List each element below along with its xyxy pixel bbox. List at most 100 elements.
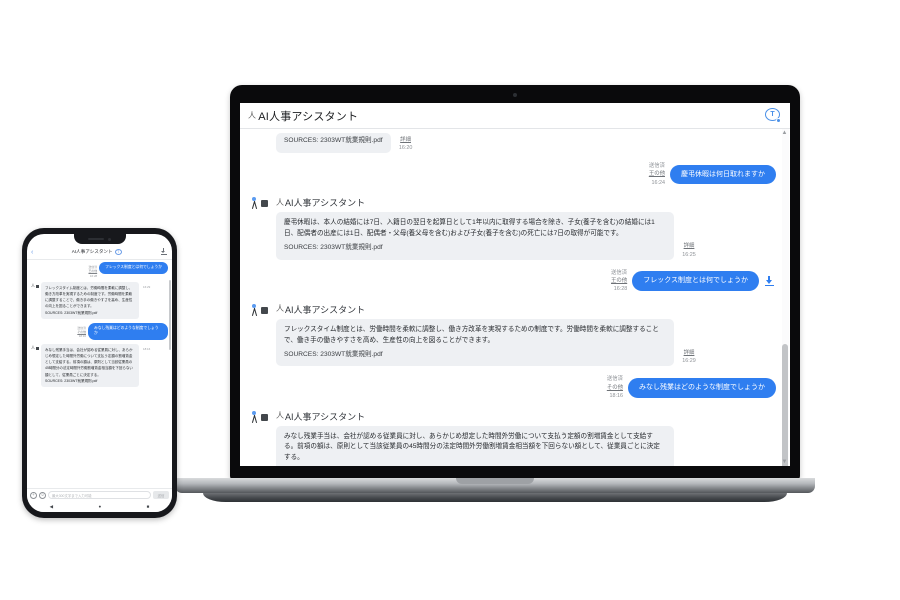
app-header: 人 AI人事アシスタント T xyxy=(240,103,790,129)
send-button[interactable]: 送信 xyxy=(153,491,169,499)
vertical-scrollbar[interactable]: ▲ ▼ xyxy=(782,129,789,466)
user-message-bubble: 慶弔休暇は何日取れますか xyxy=(670,164,776,185)
message-sender[interactable]: 王の他 xyxy=(611,277,627,285)
message-meta: 詳細 16:20 xyxy=(397,136,415,153)
assistant-person-icon: 人 xyxy=(31,345,35,351)
message-status: 送信済 xyxy=(611,269,628,276)
phone-speaker-icon xyxy=(88,238,104,240)
phone-chat-area[interactable]: 送信済 王の他 16:28 フレックス制度とは何でしょうか 人 フレックスタイム… xyxy=(27,260,172,488)
nav-back-icon[interactable]: ◀ xyxy=(50,504,53,510)
scrollbar-thumb[interactable] xyxy=(782,344,788,466)
app-title-text: AI人事アシスタント xyxy=(258,110,359,123)
chat-message-partial: SOURCES: 2303WT就業規則.pdf 詳細 16:20 xyxy=(250,133,776,153)
nav-home-icon[interactable]: ● xyxy=(99,504,102,509)
bot-name-text: AI人事アシスタント xyxy=(285,304,366,315)
bot-message-column: 人 AI人事アシスタント みなし残業手当は、会社が認める従業員に対し、あらかじめ… xyxy=(276,410,706,466)
assistant-badge-icon xyxy=(261,306,268,314)
back-icon[interactable]: ‹ xyxy=(31,249,33,256)
user-message-bubble: みなし残業はどのような制度でしょうか xyxy=(628,378,776,398)
support-badge-dot xyxy=(776,118,781,123)
laptop-screen: 人 AI人事アシスタント T SOURCES: 2303WT就業規則.pdf 詳… xyxy=(240,103,790,466)
support-chat-icon[interactable]: T xyxy=(114,249,122,255)
detail-link[interactable]: 詳細 xyxy=(397,136,415,144)
message-meta: 詳細 16:29 xyxy=(680,349,698,366)
scroll-up-icon[interactable]: ▲ xyxy=(781,130,788,136)
message-meta: 送信済 王の他 16:28 xyxy=(88,262,97,278)
chat-message-user: 送信済 王の他 16:28 フレックス制度とは何でしょうか xyxy=(250,269,776,294)
message-meta: 16:29 xyxy=(143,282,150,289)
assistant-badge-icon xyxy=(261,200,268,207)
message-status: 送信済 xyxy=(648,162,665,169)
bot-bubble: 慶弔休暇は、本人の結婚には7日、入籍日の翌日を起算日として1年以内に取得する場合… xyxy=(276,212,674,260)
webcam-icon xyxy=(513,93,517,97)
page-title: 人 AI人事アシスタント xyxy=(248,108,358,124)
bot-sources: SOURCES: 2303WT就業規則.pdf xyxy=(284,137,383,144)
phone-screen: ‹ AI人事アシスタント T 送信済 王の他 16:28 フレックス制度とは何で… xyxy=(27,234,172,512)
bot-bubble: みなし残業手当は、会社が認める従業員に対し、あらかじめ想定した時間外労働について… xyxy=(41,344,139,387)
bot-message-text: フレックスタイム制度とは、労働時間を柔軟に調整し、働き方改革を実現するための制度… xyxy=(284,325,659,344)
bot-message-text: 慶弔休暇は、本人の結婚には7日、入籍日の翌日を起算日として1年以内に取得する場合… xyxy=(284,219,655,237)
download-icon[interactable] xyxy=(764,275,776,287)
chat-message-bot: 人 みなし残業手当は、会社が認める従業員に対し、あらかじめ想定した時間外労働につ… xyxy=(31,344,168,387)
person-icon: 人 xyxy=(248,110,257,120)
message-time: 16:28 xyxy=(89,273,98,278)
support-chat-icon[interactable]: T xyxy=(765,108,781,123)
bot-sources: SOURCES: 2303WT就業規則.pdf xyxy=(284,350,383,358)
bot-bubble: みなし残業手当は、会社が認める従業員に対し、あらかじめ想定した時間外労働について… xyxy=(276,425,674,466)
assistant-badge-icon xyxy=(36,347,39,351)
message-meta: 送信済 その他 18:16 xyxy=(77,323,86,339)
nav-recents-icon[interactable]: ■ xyxy=(147,504,150,509)
phone-scrollbar-thumb[interactable] xyxy=(169,280,171,350)
message-sender[interactable]: 王の他 xyxy=(649,170,665,178)
message-meta: 送信済 その他 18:16 xyxy=(607,375,623,400)
bot-message-text: フレックスタイム制度とは、労働時間を柔軟に調整し、働き方改革を実現するための制度… xyxy=(45,286,133,309)
assistant-person-icon xyxy=(250,303,259,316)
phone-app-header: ‹ AI人事アシスタント T xyxy=(27,245,172,260)
chat-scroll-area[interactable]: SOURCES: 2303WT就業規則.pdf 詳細 16:20 送信済 王の他… xyxy=(240,129,790,466)
user-message-bubble: みなし残業はどのような制度でしょうか xyxy=(88,322,168,341)
user-message-bubble: フレックス制度とは何でしょうか xyxy=(99,262,168,274)
bot-avatar: 人 xyxy=(31,282,39,289)
message-meta: 送信済 王の他 16:28 xyxy=(611,269,627,294)
phone-camera-icon xyxy=(108,237,111,241)
scroll-down-icon[interactable]: ▼ xyxy=(781,459,788,465)
bot-message-column: SOURCES: 2303WT就業規則.pdf 詳細 16:20 xyxy=(276,133,706,153)
bot-message-column: 人 AI人事アシスタント フレックスタイム制度とは、労働時間を柔軟に調整し、働き… xyxy=(276,303,706,367)
message-time: 16:25 xyxy=(682,251,696,258)
phone-body: ‹ AI人事アシスタント T 送信済 王の他 16:28 フレックス制度とは何で… xyxy=(22,228,177,518)
message-input[interactable]: 最大300文字まで入力可能 xyxy=(48,491,151,499)
bot-name-text: AI人事アシスタント xyxy=(285,198,366,208)
laptop-foot xyxy=(203,493,787,502)
bot-bubble-wrap: SOURCES: 2303WT就業規則.pdf 詳細 16:20 xyxy=(276,133,706,153)
bot-sources: SOURCES: 2303WT就業規則.pdf xyxy=(284,243,383,251)
message-time: 16:29 xyxy=(143,285,151,290)
message-meta: 詳細 16:25 xyxy=(680,242,698,259)
laptop-lid: 人 AI人事アシスタント T SOURCES: 2303WT就業規則.pdf 詳… xyxy=(230,85,800,480)
chat-message-user: 送信済 その他 18:16 みなし残業はどのような制度でしょうか xyxy=(31,322,168,341)
emoji-icon[interactable]: ☺ xyxy=(39,491,46,499)
detail-link[interactable]: 詳細 xyxy=(680,242,698,250)
bot-sources: SOURCES: 2303WT就業規則.pdf xyxy=(45,310,98,315)
plus-icon[interactable]: + xyxy=(30,491,37,499)
person-icon: 人 xyxy=(276,411,284,420)
bot-message-text: みなし残業手当は、会社が認める従業員に対し、あらかじめ想定した時間外労働について… xyxy=(284,432,660,462)
phone-device: ‹ AI人事アシスタント T 送信済 王の他 16:28 フレックス制度とは何で… xyxy=(22,228,177,518)
message-time: 18:16 xyxy=(78,334,86,339)
download-icon[interactable] xyxy=(160,248,168,256)
chat-message-bot: 人 AI人事アシスタント フレックスタイム制度とは、労働時間を柔軟に調整し、働き… xyxy=(250,303,776,367)
bot-name: 人 AI人事アシスタント xyxy=(276,303,706,316)
message-sender[interactable]: その他 xyxy=(607,384,623,392)
bot-bubble-wrap: 慶弔休暇は、本人の結婚には7日、入籍日の翌日を起算日として1年以内に取得する場合… xyxy=(276,212,706,260)
message-time: 18:16 xyxy=(143,347,151,352)
chat-message-bot: 人 AI人事アシスタント 慶弔休暇は、本人の結婚には7日、入籍日の翌日を起算日と… xyxy=(250,196,776,260)
chat-message-bot: 人 AI人事アシスタント みなし残業手当は、会社が認める従業員に対し、あらかじめ… xyxy=(250,410,776,466)
phone-notch xyxy=(73,234,126,244)
chat-message-user: 送信済 王の他 16:24 慶弔休暇は何日取れますか xyxy=(250,162,776,187)
phone-input-bar: + ☺ 最大300文字まで入力可能 送信 xyxy=(27,488,172,501)
message-time: 16:28 xyxy=(613,286,628,293)
bot-bubble: フレックスタイム制度とは、労働時間を柔軟に調整し、働き方改革を実現するための制度… xyxy=(276,318,674,367)
bot-bubble-wrap: フレックスタイム制度とは、労働時間を柔軟に調整し、働き方改革を実現するための制度… xyxy=(276,318,706,367)
phone-nav-bar: ◀ ● ■ xyxy=(27,501,172,512)
detail-link[interactable]: 詳細 xyxy=(680,349,698,357)
bot-avatar: 人 xyxy=(31,344,39,351)
